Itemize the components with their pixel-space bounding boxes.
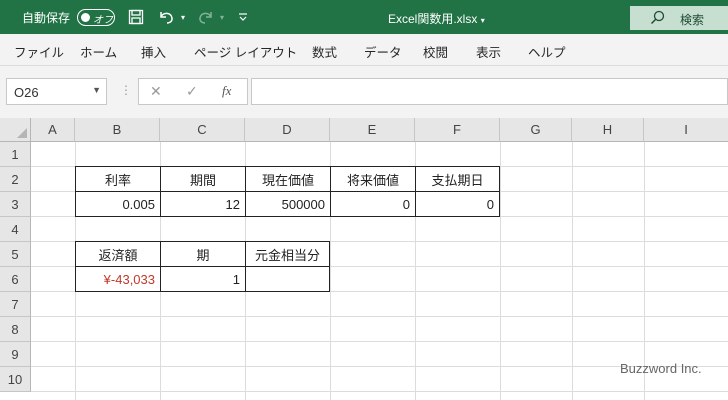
column-header-c[interactable]: C	[160, 118, 245, 142]
cell-d5-principal-header[interactable]: 元金相当分	[245, 241, 330, 267]
cell-f3-type[interactable]: 0	[415, 191, 500, 217]
tab-home[interactable]: ホーム	[80, 42, 117, 61]
column-header-i[interactable]: I	[644, 118, 728, 142]
cell-c6-period[interactable]: 1	[160, 266, 246, 292]
insert-function-icon[interactable]: fx	[222, 83, 231, 99]
ribbon-tabs: ファイル ホーム 挿入 ページ レイアウト 数式 データ 校閲 表示 ヘルプ	[0, 34, 728, 66]
gridline	[572, 142, 573, 400]
select-all-icon	[17, 128, 27, 138]
column-header-h[interactable]: H	[572, 118, 644, 142]
tab-file[interactable]: ファイル	[14, 42, 64, 61]
name-box-value: O26	[14, 85, 39, 100]
customize-icon[interactable]	[236, 7, 250, 27]
redo-dropdown-icon: ▾	[219, 12, 224, 22]
row-header-8[interactable]: 8	[0, 317, 31, 342]
formula-bar-grip-icon[interactable]: ⋮	[120, 83, 132, 97]
cancel-icon[interactable]: ✕	[150, 83, 162, 100]
tab-formulas[interactable]: 数式	[312, 42, 337, 61]
cell-c3-periods[interactable]: 12	[160, 191, 246, 217]
undo-dropdown-icon[interactable]: ▾	[178, 7, 188, 27]
row-header-5[interactable]: 5	[0, 242, 31, 267]
cell-b3-rate[interactable]: 0.005	[75, 191, 161, 217]
cell-e2-fv-header[interactable]: 将来価値	[330, 166, 416, 192]
cell-d2-pv-header[interactable]: 現在価値	[245, 166, 331, 192]
cell-b5-payment-header[interactable]: 返済額	[75, 241, 161, 267]
column-header-a[interactable]: A	[31, 118, 75, 142]
window-title: Excel関数用.xlsx ▾	[388, 10, 485, 27]
row-header-6[interactable]: 6	[0, 267, 31, 292]
column-header-f[interactable]: F	[415, 118, 500, 142]
watermark: Buzzword Inc.	[620, 361, 702, 376]
autosave-toggle-label: オフ	[93, 15, 113, 26]
title-dropdown-icon[interactable]: ▾	[481, 16, 485, 25]
cell-b6-payment[interactable]: ¥-43,033	[75, 266, 161, 292]
cell-f2-type-header[interactable]: 支払期日	[415, 166, 500, 192]
gridline	[31, 316, 728, 317]
row-header-4[interactable]: 4	[0, 217, 31, 242]
formula-buttons: ✕ ✓ fx	[138, 78, 248, 105]
cell-d6-principal[interactable]	[245, 266, 330, 292]
search-label: 検索	[680, 13, 705, 27]
search-icon	[650, 10, 666, 29]
tab-page-layout[interactable]: ページ レイアウト	[194, 42, 297, 61]
autosave-label: 自動保存	[22, 11, 71, 25]
tab-data[interactable]: データ	[364, 42, 402, 61]
cell-c5-period-header[interactable]: 期	[160, 241, 246, 267]
name-box[interactable]: O26 ▼	[6, 78, 107, 105]
name-box-dropdown-icon[interactable]: ▼	[92, 85, 101, 95]
column-header-b[interactable]: B	[75, 118, 160, 142]
file-title: Excel関数用.xlsx	[388, 12, 478, 26]
row-header-3[interactable]: 3	[0, 192, 31, 217]
column-header-e[interactable]: E	[330, 118, 415, 142]
title-bar: 自動保存 オフ ▾ ▾ Excel関数用.xlsx ▾ 検索	[0, 0, 728, 34]
autosave-toggle[interactable]: オフ	[77, 9, 115, 26]
toggle-knob	[81, 12, 90, 22]
tab-insert[interactable]: 挿入	[141, 42, 166, 61]
select-all-corner[interactable]	[0, 118, 31, 142]
formula-input[interactable]	[251, 78, 728, 105]
row-header-10[interactable]: 10	[0, 367, 31, 392]
column-header-d[interactable]: D	[245, 118, 330, 142]
worksheet-grid[interactable]: A B C D E F G H I 1 2 3 4 5 6 7 8 9 10 利…	[0, 118, 728, 400]
tab-help[interactable]: ヘルプ	[528, 42, 566, 61]
row-header-7[interactable]: 7	[0, 292, 31, 317]
search-box[interactable]: 検索	[630, 6, 728, 30]
gridline	[500, 142, 501, 400]
tab-view[interactable]: 表示	[476, 42, 501, 61]
redo-icon	[196, 7, 216, 27]
save-icon[interactable]	[126, 7, 146, 27]
tab-review[interactable]: 校閲	[423, 42, 448, 61]
cell-d3-pv[interactable]: 500000	[245, 191, 331, 217]
row-header-9[interactable]: 9	[0, 342, 31, 367]
row-header-2[interactable]: 2	[0, 167, 31, 192]
cell-c2-periods-header[interactable]: 期間	[160, 166, 246, 192]
gridline	[31, 391, 728, 392]
gridline	[31, 341, 728, 342]
row-header-1[interactable]: 1	[0, 142, 31, 167]
enter-icon[interactable]: ✓	[186, 83, 198, 100]
formula-bar: O26 ▼ ⋮ ✕ ✓ fx	[0, 66, 728, 118]
column-header-g[interactable]: G	[500, 118, 572, 142]
undo-icon[interactable]	[156, 7, 176, 27]
cell-b2-rate-header[interactable]: 利率	[75, 166, 161, 192]
cell-e3-fv[interactable]: 0	[330, 191, 416, 217]
